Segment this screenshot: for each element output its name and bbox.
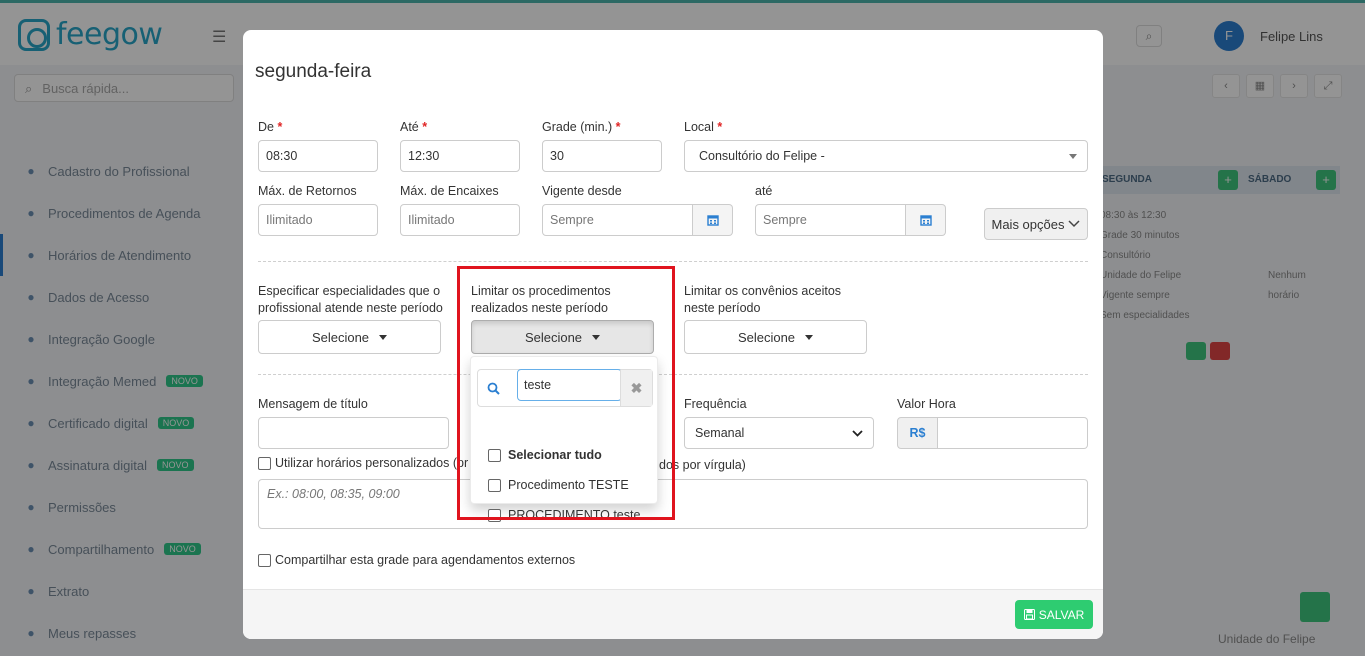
valor-hora-label: Valor Hora bbox=[897, 397, 956, 411]
convenios-label: Limitar os convênios aceitos neste perío… bbox=[684, 284, 842, 315]
especialidades-select[interactable]: Selecione bbox=[258, 320, 441, 354]
vigente-desde-label: Vigente desde bbox=[542, 184, 622, 198]
modal-title: segunda-feira bbox=[255, 61, 372, 82]
save-button[interactable]: SALVAR bbox=[1015, 600, 1093, 629]
chevron-down-icon bbox=[852, 429, 863, 437]
horarios-personalizados-checkbox[interactable] bbox=[258, 456, 271, 470]
grade-input[interactable]: 30 bbox=[542, 140, 662, 172]
chevron-down-icon bbox=[1068, 220, 1081, 228]
frequencia-label: Frequência bbox=[684, 397, 747, 411]
max-encaixes-input[interactable]: Ilimitado bbox=[400, 204, 520, 236]
vigente-desde-field: Sempre bbox=[542, 204, 733, 236]
vigente-ate-field: Sempre bbox=[755, 204, 946, 236]
vigente-desde-input[interactable]: Sempre bbox=[542, 204, 693, 236]
local-label: Local * bbox=[684, 120, 723, 134]
frequencia-value: Semanal bbox=[695, 426, 745, 440]
max-encaixes-label: Máx. de Encaixes bbox=[400, 184, 499, 198]
caret-down-icon bbox=[379, 334, 388, 340]
caret-down-icon bbox=[805, 334, 814, 340]
valor-hora-field: R$ bbox=[897, 417, 1088, 449]
horarios-personalizados-label: Utilizar horários personalizados (pr bbox=[275, 456, 469, 470]
valor-hora-input[interactable] bbox=[938, 417, 1088, 449]
calendar-icon[interactable] bbox=[906, 204, 946, 236]
de-input[interactable]: 08:30 bbox=[258, 140, 378, 172]
compartilhar-checkbox[interactable] bbox=[258, 553, 271, 567]
ate-input[interactable]: 12:30 bbox=[400, 140, 520, 172]
horarios-personalizados-checkbox-row[interactable]: Utilizar horários personalizados (pr bbox=[258, 456, 468, 470]
save-label: SALVAR bbox=[1038, 607, 1085, 622]
especialidades-label: Especificar especialidades que o profiss… bbox=[258, 284, 443, 315]
max-retornos-label: Máx. de Retornos bbox=[258, 184, 357, 198]
mais-opcoes-button[interactable]: Mais opções bbox=[984, 208, 1088, 240]
highlight-annotation bbox=[457, 266, 675, 520]
mais-opcoes-label: Mais opções bbox=[991, 216, 1065, 232]
caret-down-icon bbox=[1069, 153, 1077, 159]
especialidades-select-label: Selecione bbox=[311, 329, 370, 345]
frequencia-select[interactable]: Semanal bbox=[684, 417, 874, 449]
mensagem-titulo-label: Mensagem de título bbox=[258, 397, 368, 411]
max-retornos-input[interactable]: Ilimitado bbox=[258, 204, 378, 236]
grade-label: Grade (min.) * bbox=[542, 120, 621, 134]
convenios-select[interactable]: Selecione bbox=[684, 320, 867, 354]
modal-footer: SALVAR bbox=[243, 589, 1103, 639]
convenios-select-label: Selecione bbox=[737, 329, 796, 345]
divider bbox=[258, 261, 1088, 262]
vigente-ate-label: até bbox=[755, 184, 773, 198]
calendar-icon[interactable] bbox=[693, 204, 733, 236]
mensagem-titulo-input[interactable] bbox=[258, 417, 449, 449]
local-select[interactable]: Consultório do Felipe - bbox=[684, 140, 1088, 172]
save-icon bbox=[1023, 609, 1035, 620]
de-label: De * bbox=[258, 120, 283, 134]
currency-addon: R$ bbox=[897, 417, 938, 449]
ate-label: Até * bbox=[400, 120, 428, 134]
compartilhar-checkbox-row[interactable]: Compartilhar esta grade para agendamento… bbox=[258, 553, 575, 567]
schedule-modal: segunda-feira De * 08:30 Até * 12:30 Gra… bbox=[243, 30, 1103, 639]
vigente-ate-input[interactable]: Sempre bbox=[755, 204, 906, 236]
local-value: Consultório do Felipe - bbox=[699, 149, 825, 163]
compartilhar-label: Compartilhar esta grade para agendamento… bbox=[275, 553, 576, 567]
